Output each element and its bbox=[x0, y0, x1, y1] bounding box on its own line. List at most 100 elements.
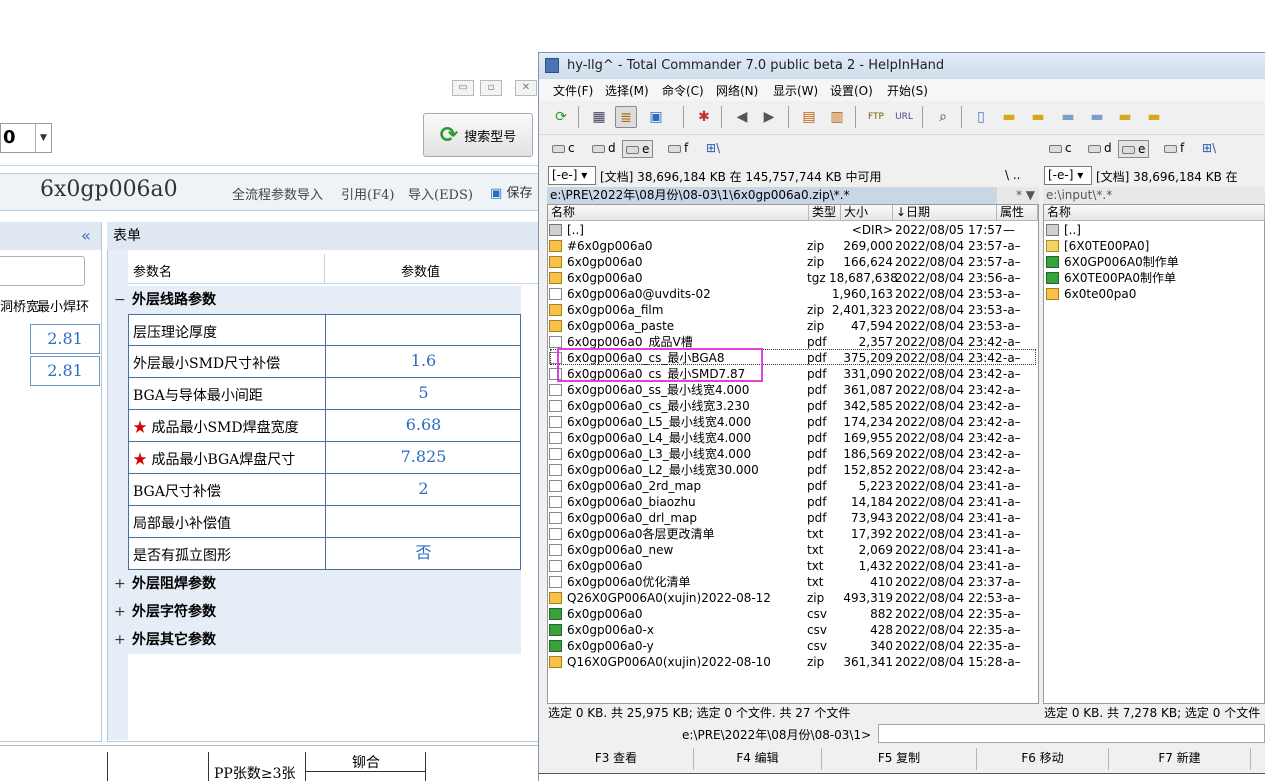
file-row[interactable]: 6x0gp006a0 csv 882 2022/08/04 22:35 -a– bbox=[549, 606, 1038, 622]
file-row[interactable]: 6X0GP006A0制作单 bbox=[1046, 254, 1265, 270]
col-size-header[interactable]: 大小 bbox=[841, 205, 893, 221]
param-row[interactable]: ★ 成品最小SMD焊盘宽度 6.68 bbox=[128, 410, 521, 442]
history-button[interactable]: * ▼ bbox=[997, 187, 1039, 204]
file-row[interactable]: [..] bbox=[1046, 222, 1265, 238]
expand-plus-icon[interactable]: + bbox=[114, 598, 130, 626]
drive-select[interactable]: [-e-] ▾ bbox=[548, 166, 596, 185]
min-ring-value[interactable]: 2.81 bbox=[30, 324, 100, 354]
param-row[interactable]: ★ 成品最小BGA焊盘尺寸 7.825 bbox=[128, 442, 521, 474]
left-path-bar[interactable]: e:\PRE\2022年\08月份\08-03\1\6x0gp006a0.zip… bbox=[547, 187, 997, 204]
drive-select[interactable]: [-e-] ▾ bbox=[1044, 166, 1092, 185]
thumbnail-view-icon[interactable]: ▣ bbox=[645, 106, 667, 128]
param-value[interactable] bbox=[325, 506, 521, 537]
search-model-button[interactable]: ⟳ 搜索型号 bbox=[423, 113, 533, 157]
search-icon[interactable]: ⌕ bbox=[932, 106, 954, 128]
param-row[interactable]: 外层最小SMD尺寸补偿 1.6 bbox=[128, 346, 521, 378]
ftp-icon[interactable]: FTP bbox=[865, 106, 887, 128]
reference-button[interactable]: 引用(F4) bbox=[341, 184, 394, 203]
param-row[interactable]: BGA与导体最小间距 5 bbox=[128, 378, 521, 410]
group-outer-soldermask[interactable]: + 外层阻焊参数 bbox=[108, 570, 521, 598]
param-value[interactable] bbox=[325, 315, 521, 346]
file-row[interactable]: 6x0gp006a0_2rd_map pdf 5,223 2022/08/04 23:… bbox=[549, 478, 1038, 494]
close-icon[interactable]: ✕ bbox=[515, 80, 537, 96]
col-attr-header[interactable]: 属性 bbox=[997, 205, 1038, 221]
root-parent-buttons[interactable]: \ .. bbox=[1005, 168, 1021, 182]
param-value[interactable]: 7.825 bbox=[325, 442, 521, 473]
min-ring-value[interactable]: 2.81 bbox=[30, 356, 100, 386]
right-path-bar[interactable]: e:\input\*.* bbox=[1043, 187, 1265, 204]
drive-f-button[interactable]: f bbox=[1161, 140, 1187, 158]
file-row[interactable]: 6x0gp006a0 tgz 18,687,638 2022/08/04 23:56-… bbox=[549, 270, 1038, 286]
forward-icon[interactable]: ▶ bbox=[758, 106, 780, 128]
drive-e-button[interactable]: e bbox=[1118, 140, 1150, 158]
folder-icon[interactable]: ▬ bbox=[1027, 106, 1049, 128]
file-row[interactable]: Q16X0GP006A0(xujin)2022-08-10 zip 361,341 2… bbox=[549, 654, 1038, 670]
save-button[interactable]: ▣ 保存 bbox=[490, 182, 532, 201]
folder-icon[interactable]: ▬ bbox=[1057, 106, 1079, 128]
file-row[interactable]: 6x0gp006a0各层更改清单 txt 17,392 2022/08/04 23:4… bbox=[549, 526, 1038, 542]
detail-view-icon[interactable]: ≣ bbox=[615, 106, 637, 128]
file-row[interactable]: 6x0gp006a0@uvdits-02 1,960,163 2022/08/04 … bbox=[549, 286, 1038, 302]
file-row[interactable]: 6x0gp006a0优化清单 txt 410 2022/08/04 23:37 -a– bbox=[549, 574, 1038, 590]
collapse-icon[interactable]: « bbox=[81, 226, 91, 245]
file-row[interactable]: 6x0gp006a0-x csv 428 2022/08/04 22:35 -a– bbox=[549, 622, 1038, 638]
drive-d-button[interactable]: d bbox=[1085, 140, 1115, 158]
param-value[interactable]: 6.68 bbox=[325, 410, 521, 441]
param-value[interactable]: 1.6 bbox=[325, 346, 521, 377]
model-combo[interactable]: 0 ▼ bbox=[0, 123, 52, 153]
col-name-header[interactable]: 名称 bbox=[548, 205, 809, 221]
menu-file[interactable]: 文件(F) bbox=[553, 82, 593, 99]
file-row[interactable]: 6x0gp006a0_L5_最小线宽4.000 pdf 174,234 2022/08… bbox=[549, 414, 1038, 430]
import-eds-button[interactable]: 导入(EDS) bbox=[408, 184, 473, 203]
file-row[interactable]: 6x0gp006a0 txt 1,432 2022/08/04 23:41 -a– bbox=[549, 558, 1038, 574]
file-row[interactable]: 6x0gp006a0_ss_最小线宽4.000 pdf 361,087 2022/08… bbox=[549, 382, 1038, 398]
folder-icon[interactable]: ▬ bbox=[1086, 106, 1108, 128]
f3-view-button[interactable]: F3 查看 bbox=[539, 748, 694, 770]
menu-view[interactable]: 显示(W) bbox=[773, 82, 818, 99]
import-all-params-button[interactable]: 全流程参数导入 bbox=[232, 184, 323, 203]
param-value[interactable]: 2 bbox=[325, 474, 521, 505]
minimize-icon[interactable]: ▭ bbox=[452, 80, 474, 96]
left-panel-search-input[interactable] bbox=[0, 256, 85, 286]
file-row[interactable]: 6x0gp006a0_cs_最小线宽3.230 pdf 342,585 2022/08… bbox=[549, 398, 1038, 414]
f7-newfolder-button[interactable]: F7 新建 bbox=[1109, 748, 1251, 770]
drive-f-button[interactable]: f bbox=[665, 140, 691, 158]
folder-icon[interactable]: ▬ bbox=[1114, 106, 1136, 128]
file-row[interactable]: 6x0gp006a0_L4_最小线宽4.000 pdf 169,955 2022/08… bbox=[549, 430, 1038, 446]
collapse-minus-icon[interactable]: − bbox=[114, 286, 130, 314]
file-row[interactable]: 6x0te00pa0 bbox=[1046, 286, 1265, 302]
group-outer-silkscreen[interactable]: + 外层字符参数 bbox=[108, 598, 521, 626]
drive-e-button[interactable]: e bbox=[622, 140, 654, 158]
unpack-icon[interactable]: ▥ bbox=[826, 106, 848, 128]
file-row[interactable]: #6x0gp006a0 zip 269,000 2022/08/04 23:57 -a– bbox=[549, 238, 1038, 254]
file-row[interactable]: 6x0gp006a0_biaozhu pdf 14,184 2022/08/04 23… bbox=[549, 494, 1038, 510]
url-icon[interactable]: URL bbox=[893, 106, 915, 128]
param-row[interactable]: 局部最小补偿值 bbox=[128, 506, 521, 538]
menu-settings[interactable]: 设置(O) bbox=[830, 82, 873, 99]
col-type-header[interactable]: 类型 bbox=[809, 205, 841, 221]
f4-edit-button[interactable]: F4 编辑 bbox=[694, 748, 822, 770]
file-row[interactable]: 6x0gp006a0_L2_最小线宽30.000 pdf 152,852 2022/0… bbox=[549, 462, 1038, 478]
file-row[interactable]: 6x0gp006a0 zip 166,624 2022/08/04 23:57 -a– bbox=[549, 254, 1038, 270]
command-input[interactable] bbox=[878, 724, 1265, 743]
network-root-button[interactable]: ⊞\ bbox=[1199, 140, 1219, 158]
f6-move-button[interactable]: F6 移动 bbox=[977, 748, 1109, 770]
group-outer-other[interactable]: + 外层其它参数 bbox=[108, 626, 521, 654]
param-value[interactable]: 5 bbox=[325, 378, 521, 409]
param-row[interactable]: 是否有孤立图形 否 bbox=[128, 538, 521, 570]
file-row[interactable]: 6x0gp006a0_L3_最小线宽4.000 pdf 186,569 2022/08… bbox=[549, 446, 1038, 462]
file-row[interactable]: 6x0gp006a_film zip 2,401,323 2022/08/04 23:… bbox=[549, 302, 1038, 318]
menu-network[interactable]: 网络(N) bbox=[716, 82, 758, 99]
file-row[interactable]: [..] <DIR> 2022/08/05 17:57— bbox=[549, 222, 1038, 238]
group-outer-circuit[interactable]: − 外层线路参数 bbox=[108, 286, 521, 314]
notepad-icon[interactable]: ▯ bbox=[970, 106, 992, 128]
refresh-icon[interactable]: ⟳ bbox=[550, 106, 572, 128]
chevron-down-icon[interactable]: ▼ bbox=[35, 124, 51, 152]
file-row[interactable]: Q26X0GP006A0(xujin)2022-08-12 zip 493,319 2… bbox=[549, 590, 1038, 606]
menu-select[interactable]: 选择(M) bbox=[605, 82, 649, 99]
menu-command[interactable]: 命令(C) bbox=[662, 82, 704, 99]
folder-icon[interactable]: ▬ bbox=[1143, 106, 1165, 128]
drive-d-button[interactable]: d bbox=[589, 140, 619, 158]
f5-copy-button[interactable]: F5 复制 bbox=[822, 748, 977, 770]
back-icon[interactable]: ◀ bbox=[731, 106, 753, 128]
